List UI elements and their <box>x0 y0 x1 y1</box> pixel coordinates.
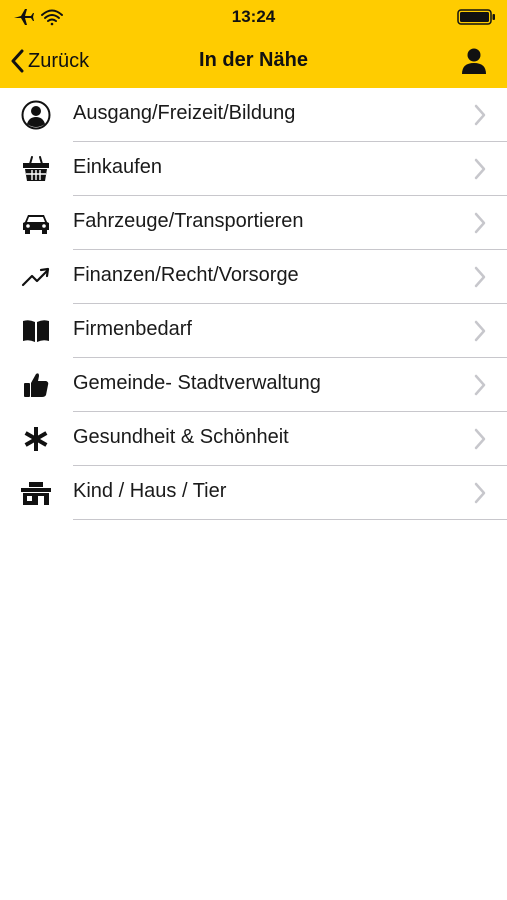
list-item-firmenbedarf[interactable]: Firmenbedarf <box>0 304 507 358</box>
list-item-label: Firmenbedarf <box>73 318 192 340</box>
list-item-fahrzeuge-transportieren[interactable]: Fahrzeuge/Transportieren <box>0 196 507 250</box>
list-item-label: Finanzen/Recht/Vorsorge <box>73 264 299 286</box>
divider <box>73 519 507 520</box>
chevron-right-icon <box>474 320 486 342</box>
list-item-einkaufen[interactable]: Einkaufen <box>0 142 507 196</box>
chevron-right-icon <box>474 428 486 450</box>
person-icon <box>462 48 486 74</box>
chevron-right-icon <box>474 158 486 180</box>
list-item-finanzen-recht-vorsorge[interactable]: Finanzen/Recht/Vorsorge <box>0 250 507 304</box>
status-time: 13:24 <box>231 7 276 26</box>
list-item-label: Einkaufen <box>73 156 162 178</box>
shopping-basket-icon <box>20 154 52 184</box>
person-circle-icon <box>20 100 52 130</box>
car-icon <box>20 208 52 238</box>
chevron-right-icon <box>474 266 486 288</box>
list-item-label: Gemeinde- Stadtverwaltung <box>73 372 321 394</box>
chevron-right-icon <box>474 374 486 396</box>
chevron-right-icon <box>474 104 486 126</box>
list-item-kind-haus-tier[interactable]: Kind / Haus / Tier <box>0 466 507 520</box>
battery-icon <box>457 9 497 30</box>
trend-up-icon <box>20 262 52 292</box>
list-item-label: Kind / Haus / Tier <box>73 480 227 502</box>
page-title: In der Nähe <box>199 49 308 71</box>
list-item-gesundheit-schoenheit[interactable]: Gesundheit & Schönheit <box>0 412 507 466</box>
open-book-icon <box>20 316 52 346</box>
list-item-label: Ausgang/Freizeit/Bildung <box>73 102 296 124</box>
asterisk-icon <box>20 424 52 454</box>
list-item-gemeinde-stadtverwaltung[interactable]: Gemeinde- Stadtverwaltung <box>0 358 507 412</box>
house-icon <box>20 478 52 508</box>
list-item-label: Gesundheit & Schönheit <box>73 426 289 448</box>
chevron-right-icon <box>474 212 486 234</box>
list-item-ausgang-freizeit-bildung[interactable]: Ausgang/Freizeit/Bildung <box>0 88 507 142</box>
app-header: 13:24 Zurück In der Nähe <box>0 0 507 88</box>
status-bar: 13:24 <box>0 0 507 34</box>
profile-button[interactable] <box>459 47 489 75</box>
category-list: Ausgang/Freizeit/Bildung Einkaufen Fahrz… <box>0 88 507 520</box>
navigation-bar: Zurück In der Nähe <box>0 34 507 88</box>
chevron-right-icon <box>474 482 486 504</box>
thumbs-up-icon <box>20 370 52 400</box>
list-item-label: Fahrzeuge/Transportieren <box>73 210 304 232</box>
